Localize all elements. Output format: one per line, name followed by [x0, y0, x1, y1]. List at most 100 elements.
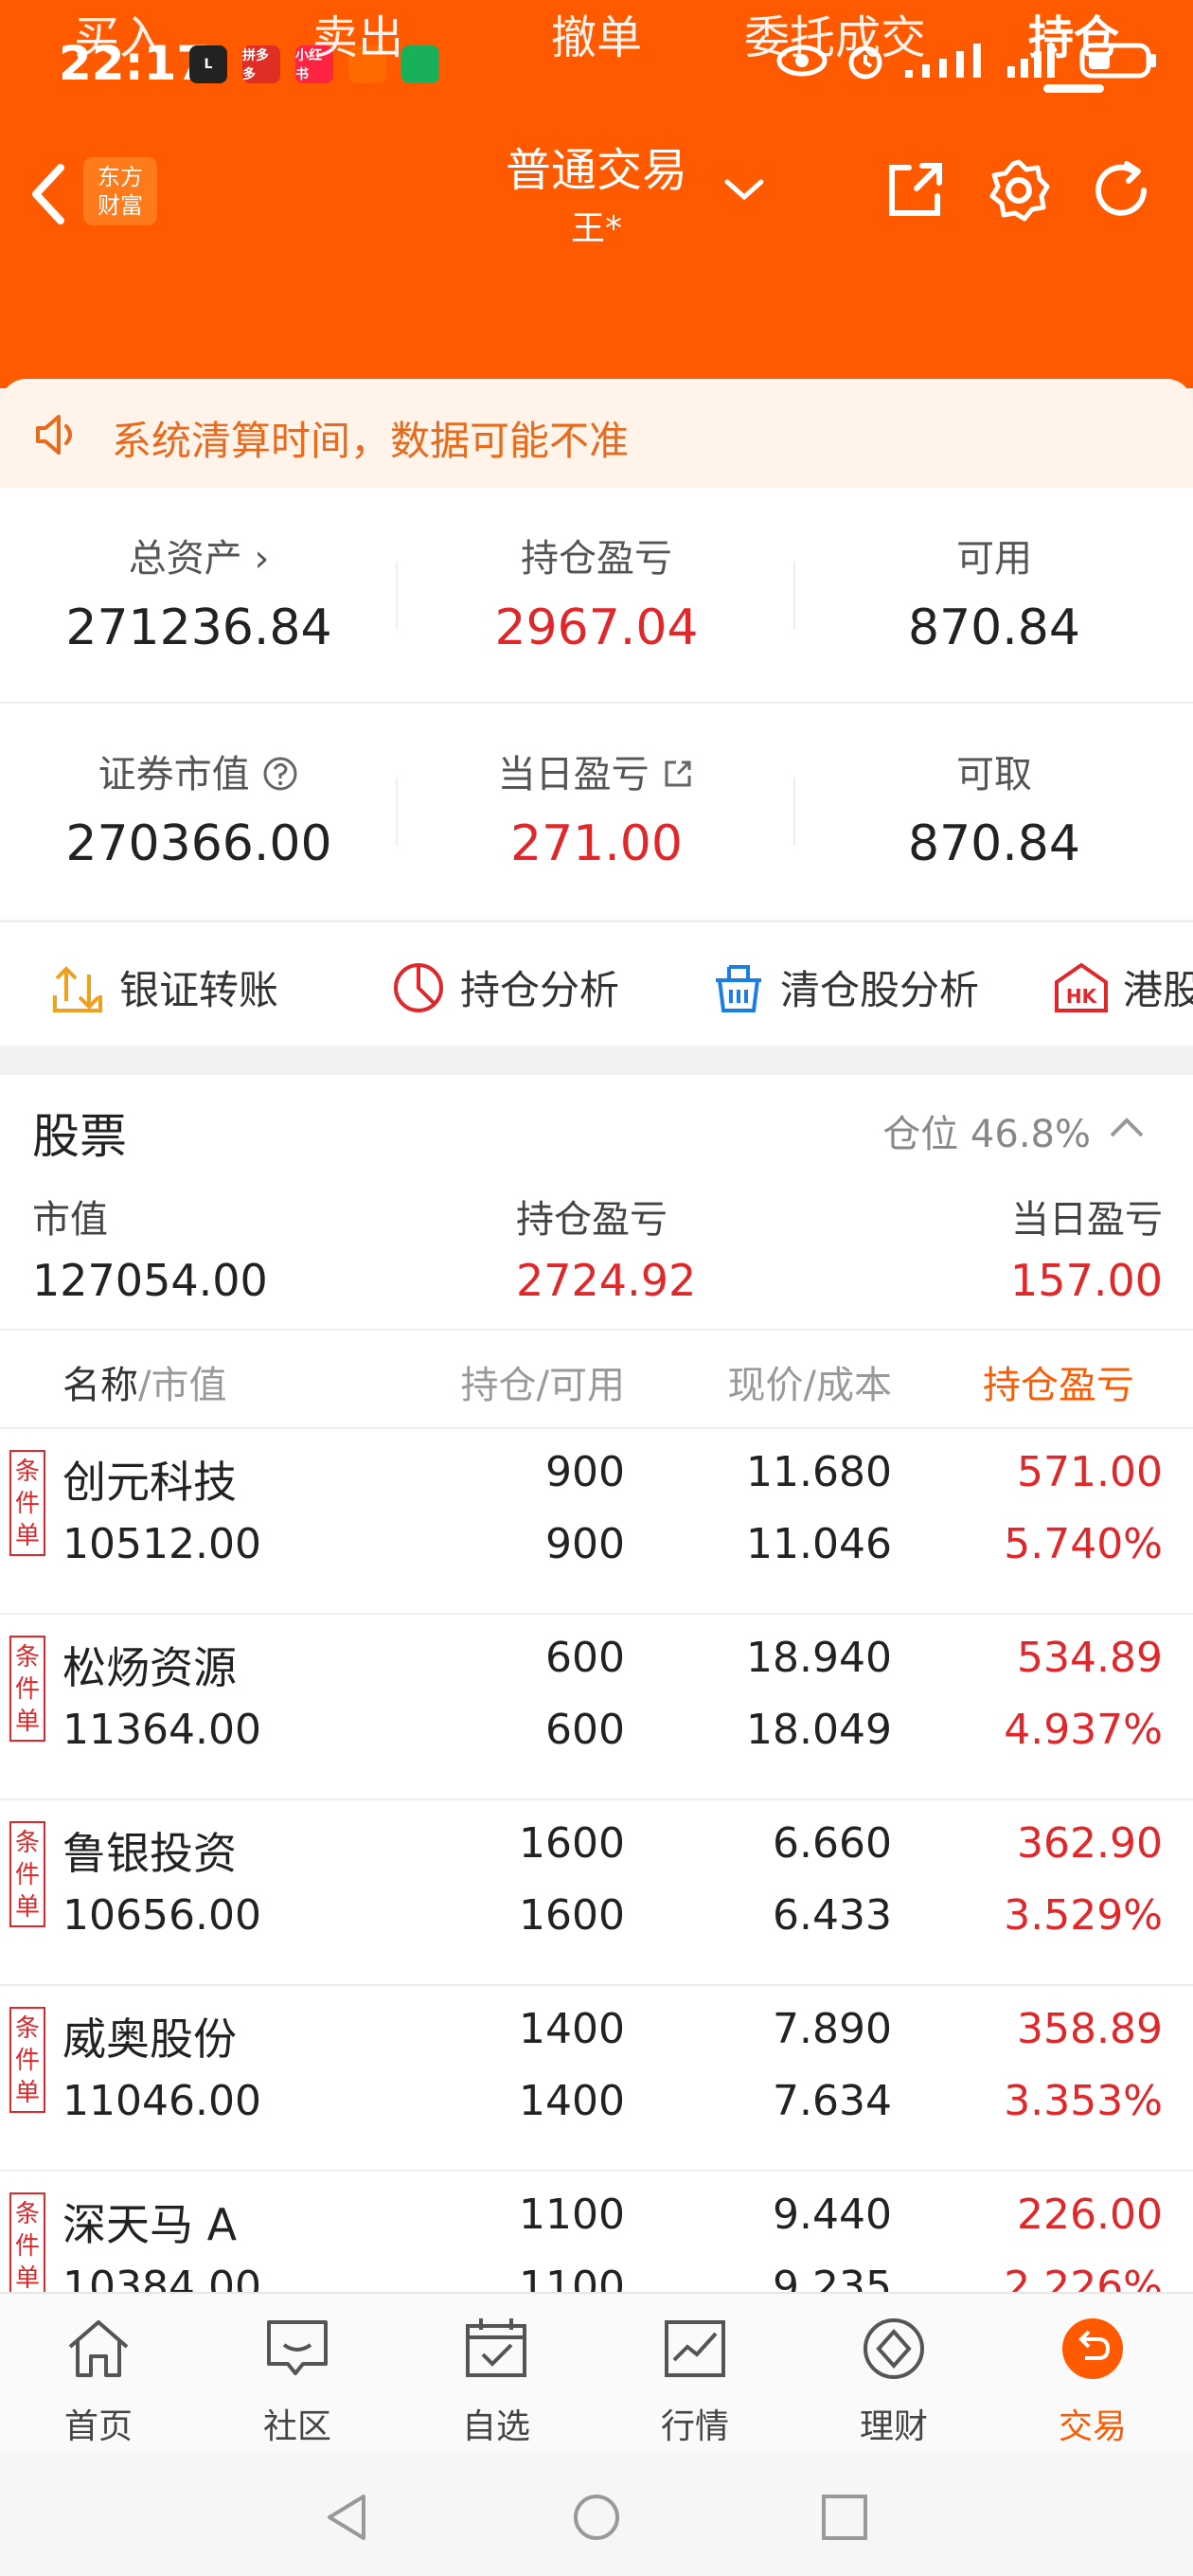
tab-orders[interactable]: 委托成交	[716, 0, 954, 76]
stock-name: 创元科技	[62, 1457, 237, 1508]
nav-community[interactable]: 社区	[231, 2313, 364, 2448]
daily-pl-label-text: 当日盈亏	[497, 753, 650, 796]
settings-gear-icon[interactable]	[985, 156, 1053, 224]
condition-order-badge[interactable]: 条件单	[9, 2192, 45, 2292]
stock-cost: 18.049	[746, 1706, 892, 1754]
notice-text: 系统清算时间，数据可能不准	[112, 418, 630, 464]
stock-holding: 900	[545, 1448, 625, 1496]
stock-cost: 7.634	[773, 2077, 892, 2125]
stock-name: 威奥股份	[62, 2013, 237, 2065]
account-name: 王*	[570, 209, 622, 248]
nav-trade[interactable]: 交易	[1026, 2313, 1159, 2448]
system-back-icon[interactable]	[322, 2491, 369, 2544]
daily-pl-cell[interactable]: 当日盈亏 271.00	[398, 743, 795, 872]
col-name-sub: /市值	[138, 1364, 227, 1407]
position-pl-value: 2967.04	[494, 599, 699, 656]
page-title: 普通交易	[505, 144, 687, 197]
total-assets-label: 总资产 ›	[128, 537, 270, 581]
stock-price: 9.440	[773, 2191, 892, 2239]
trade-icon	[1062, 2318, 1123, 2379]
stock-holding: 1400	[519, 2005, 625, 2053]
market-value-value: 270366.00	[65, 815, 332, 872]
bottom-nav: 首页 社区 自选 行情 理财 交易	[0, 2292, 1193, 2455]
stock-market-value: 11046.00	[62, 2077, 261, 2125]
stock-pl-pct: 3.353%	[1004, 2077, 1163, 2125]
position-analysis-link[interactable]: 持仓分析	[390, 958, 619, 1016]
chevron-down-icon[interactable]	[721, 170, 767, 208]
help-icon[interactable]	[261, 755, 299, 793]
condition-order-badge[interactable]: 条件单	[9, 1450, 45, 1556]
daily-pl-label: 当日盈亏	[398, 743, 795, 798]
withdrawable-cell: 可取 870.84	[795, 743, 1193, 872]
market-value-label-text: 证券市值	[98, 753, 250, 796]
stock-pl-value: 2724.92	[516, 1255, 697, 1306]
speaker-icon	[36, 415, 72, 455]
system-recents-icon[interactable]	[820, 2493, 869, 2542]
position-ratio[interactable]: 仓位 46.8%	[882, 1103, 1091, 1158]
section-title: 股票	[32, 1109, 127, 1164]
stock-pl-pct: 2.226%	[1004, 2263, 1163, 2292]
system-home-icon[interactable]	[570, 2491, 623, 2544]
stock-daily-pl-value: 157.00	[1010, 1255, 1163, 1306]
nav-watchlist[interactable]: 自选	[430, 2313, 562, 2448]
hk-stock-link[interactable]: HK 港股	[1053, 958, 1193, 1016]
stock-price: 7.890	[773, 2005, 892, 2053]
pie-chart-icon	[394, 962, 443, 1012]
cleared-stock-analysis-link[interactable]: 清仓股分析	[710, 958, 979, 1016]
external-link-icon	[665, 760, 691, 787]
nav-market[interactable]: 行情	[629, 2313, 761, 2448]
condition-order-badge[interactable]: 条件单	[9, 1636, 45, 1742]
total-assets-cell[interactable]: 总资产 › 271236.84	[0, 528, 398, 656]
cleared-stock-analysis-label: 清仓股分析	[780, 967, 980, 1013]
stock-market-value: 11364.00	[62, 1706, 261, 1754]
table-row[interactable]: 条件单 深天马 A 10384.00 1100 1100 9.440 9.235…	[0, 2170, 1193, 2292]
tab-holdings[interactable]: 持仓	[954, 0, 1193, 93]
stock-daily-pl-label: 当日盈亏	[1011, 1198, 1163, 1242]
share-icon[interactable]	[881, 156, 949, 224]
stock-pl: 358.89	[1017, 2005, 1163, 2053]
table-row[interactable]: 条件单 松炀资源 11364.00 600 600 18.940 18.049 …	[0, 1613, 1193, 1800]
stock-price: 11.680	[746, 1448, 892, 1496]
table-row[interactable]: 条件单 创元科技 10512.00 900 900 11.680 11.046 …	[0, 1427, 1193, 1615]
available-cell: 可用 870.84	[795, 528, 1193, 656]
stock-available: 1600	[519, 1891, 625, 1940]
condition-order-badge[interactable]: 条件单	[9, 2007, 45, 2113]
stock-holdings: 股票 仓位 46.8% 市值 持仓盈亏 当日盈亏 127054.00 2724.…	[0, 1075, 1193, 2292]
available-label: 可用	[956, 537, 1032, 581]
hk-icon: HK	[1055, 962, 1108, 1012]
hk-stock-label: 港股	[1123, 967, 1193, 1013]
tab-sell[interactable]: 卖出	[239, 0, 477, 76]
col-holding[interactable]: 持仓/可用	[461, 1354, 625, 1409]
table-row[interactable]: 条件单 威奥股份 11046.00 1400 1400 7.890 7.634 …	[0, 1984, 1193, 2172]
nav-trade-label: 交易	[1058, 2407, 1127, 2446]
col-name[interactable]: 名称/市值	[62, 1354, 226, 1409]
stock-pl-label: 持仓盈亏	[516, 1198, 668, 1242]
col-pl[interactable]: 持仓盈亏	[983, 1354, 1157, 1409]
stock-pl-pct: 5.740%	[1004, 1520, 1163, 1568]
withdrawable-label: 可取	[956, 753, 1032, 796]
stock-market-value: 10384.00	[62, 2263, 261, 2292]
tab-buy[interactable]: 买入	[0, 0, 239, 76]
nav-watchlist-label: 自选	[461, 2407, 530, 2446]
nav-community-label: 社区	[262, 2407, 331, 2446]
basket-icon	[716, 964, 761, 1012]
chart-line-icon	[665, 2320, 725, 2377]
stock-cost: 6.433	[773, 1891, 892, 1940]
nav-home[interactable]: 首页	[32, 2313, 165, 2448]
account-switcher[interactable]: 普通交易 王*	[454, 133, 739, 250]
back-icon[interactable]	[19, 156, 76, 232]
refresh-icon[interactable]	[1087, 156, 1155, 224]
table-row[interactable]: 条件单 鲁银投资 10656.00 1600 1600 6.660 6.433 …	[0, 1798, 1193, 1986]
condition-order-badge[interactable]: 条件单	[9, 1821, 45, 1927]
bank-transfer-link[interactable]: 银证转账	[49, 958, 278, 1016]
brand-logo-line2: 财富	[98, 192, 143, 219]
nav-wealth[interactable]: 理财	[828, 2313, 960, 2448]
stock-price: 18.940	[746, 1634, 892, 1682]
stock-name: 深天马 A	[62, 2199, 238, 2250]
trade-tabs: 买入 卖出 撤单 委托成交 持仓	[0, 0, 1193, 93]
tab-cancel[interactable]: 撤单	[477, 0, 716, 76]
brand-logo-line1: 东方	[98, 164, 143, 190]
stock-pl: 226.00	[1017, 2191, 1163, 2239]
col-price[interactable]: 现价/成本	[728, 1354, 892, 1409]
chevron-up-icon[interactable]	[1108, 1113, 1146, 1141]
